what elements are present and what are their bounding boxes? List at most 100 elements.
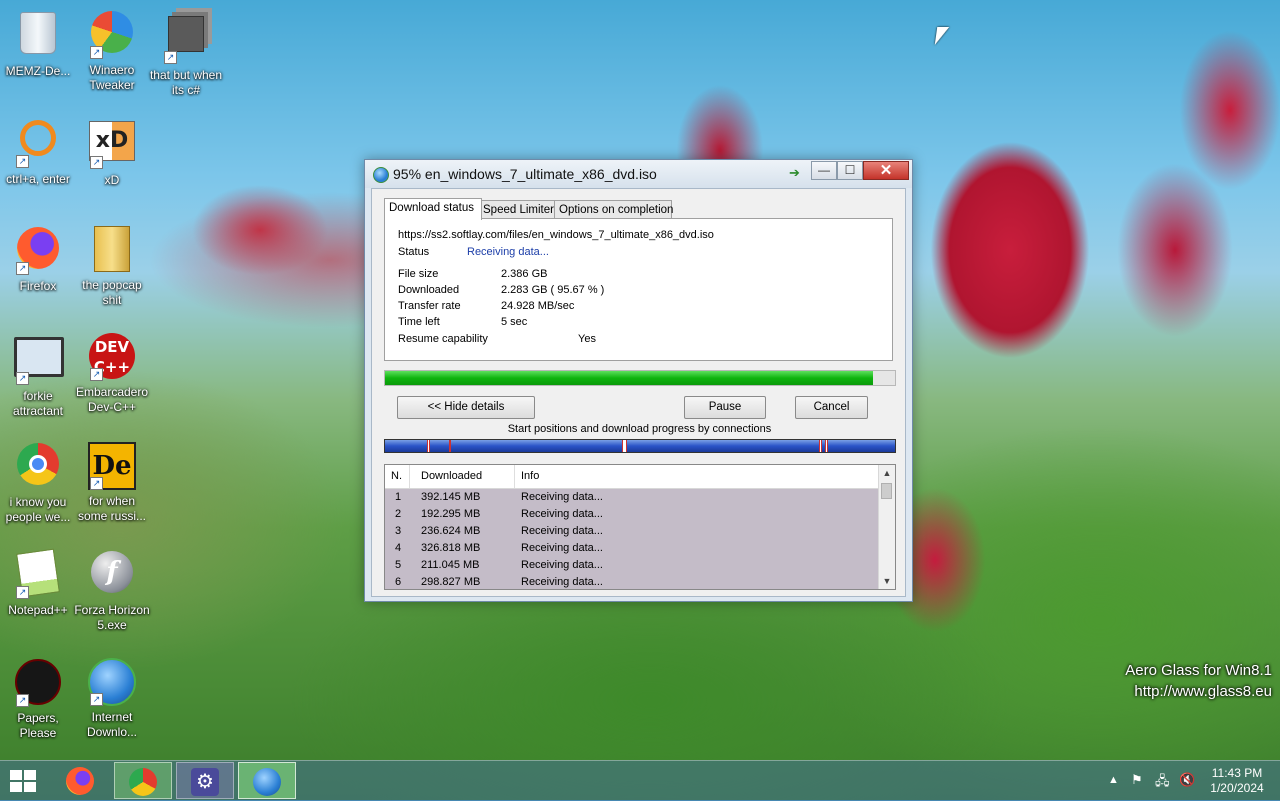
transfer-rate-value: 24.928 MB/sec bbox=[501, 300, 575, 312]
table-row[interactable]: 6 298.827 MB Receiving data... bbox=[385, 574, 879, 589]
close-button[interactable]: ✕ bbox=[863, 161, 909, 180]
window-titlebar[interactable]: 95% en_windows_7_ultimate_x86_dvd.iso ➔ … bbox=[365, 160, 912, 188]
shortcut-arrow-icon: ↗ bbox=[16, 155, 29, 168]
time-left-label: Time left bbox=[398, 316, 440, 328]
desktop-icon-firefox[interactable]: ↗ Firefox bbox=[0, 224, 76, 294]
cell-downloaded: 326.818 MB bbox=[421, 542, 481, 554]
download-progress-bar bbox=[384, 370, 896, 386]
start-button[interactable] bbox=[8, 769, 38, 793]
search-icon: ↗ bbox=[14, 120, 62, 168]
table-row[interactable]: 4 326.818 MB Receiving data... bbox=[385, 540, 879, 557]
column-header-n[interactable]: N. bbox=[385, 465, 410, 488]
download-progress-fill bbox=[385, 371, 873, 385]
taskbar-chrome[interactable] bbox=[114, 762, 172, 799]
network-icon[interactable]: 🖧 bbox=[1155, 772, 1170, 794]
resume-capability-label: Resume capability bbox=[398, 333, 488, 345]
desktop-icon-ctrl-a[interactable]: ↗ ctrl+a, enter bbox=[0, 116, 76, 187]
shortcut-arrow-icon: ↗ bbox=[90, 477, 103, 490]
tab-download-status[interactable]: Download status bbox=[384, 198, 482, 220]
cancel-button[interactable]: Cancel bbox=[795, 396, 868, 419]
action-center-flag-icon[interactable]: ⚑ bbox=[1131, 772, 1143, 788]
desktop-icon-notepadpp[interactable]: ↗ Notepad++ bbox=[0, 548, 76, 618]
desktop-icon-label: Firefox bbox=[19, 279, 57, 293]
tray-overflow-icon[interactable]: ▲ bbox=[1108, 774, 1119, 786]
scroll-down-arrow-icon[interactable]: ▼ bbox=[879, 573, 895, 589]
downloaded-value: 2.283 GB ( 95.67 % ) bbox=[501, 284, 605, 296]
status-label: Status bbox=[398, 246, 430, 258]
desktop-icon-popcap[interactable]: the popcap shit bbox=[74, 224, 150, 308]
desktop-icon-label: forkie attractant bbox=[12, 389, 64, 418]
column-header-info[interactable]: Info bbox=[515, 465, 879, 488]
desktop-icon-idm[interactable]: ↗ Internet Downlo... bbox=[74, 656, 150, 740]
connections-caption: Start positions and download progress by… bbox=[507, 423, 772, 435]
connection-marker bbox=[825, 440, 828, 452]
desktop-icon-forza[interactable]: f Forza Horizon 5.exe bbox=[74, 548, 150, 633]
vertical-scrollbar[interactable]: ▲ ▼ bbox=[878, 465, 895, 589]
connections-table: N. Downloaded Info 1 392.145 MB Receivin… bbox=[384, 464, 896, 590]
scrollbar-thumb[interactable] bbox=[881, 483, 892, 499]
papers-please-icon: ↗ bbox=[14, 659, 62, 707]
firefox-icon: ↗ bbox=[14, 227, 62, 275]
taskbar-settings[interactable]: ⚙ bbox=[176, 762, 234, 799]
desktop-icon-russi[interactable]: De ↗ for when some russi... bbox=[74, 440, 150, 524]
desktop-icon-label: the popcap shit bbox=[82, 278, 142, 307]
table-row[interactable]: 1 392.145 MB Receiving data... bbox=[385, 489, 879, 506]
desktop-icon-label: Embarcadero Dev-C++ bbox=[75, 385, 149, 414]
windows-logo-icon bbox=[10, 770, 22, 780]
scroll-up-arrow-icon[interactable]: ▲ bbox=[879, 465, 895, 481]
desktop-icon-forkie[interactable]: ↗ forkie attractant bbox=[0, 332, 76, 419]
cell-downloaded: 392.145 MB bbox=[421, 491, 481, 503]
table-row[interactable]: 2 192.295 MB Receiving data... bbox=[385, 506, 879, 523]
winaero-icon: ↗ bbox=[88, 11, 136, 59]
desktop-icon-chrome[interactable]: i know you people we... bbox=[0, 440, 76, 525]
minimize-button[interactable]: — bbox=[811, 161, 837, 180]
resume-capability-value: Yes bbox=[578, 333, 596, 345]
connection-marker bbox=[622, 440, 627, 452]
desktop-icon-label: for when some russi... bbox=[77, 494, 146, 523]
clock-time: 11:43 PM bbox=[1211, 766, 1263, 780]
hide-details-button[interactable]: << Hide details bbox=[397, 396, 535, 419]
window-title: 95% en_windows_7_ultimate_x86_dvd.iso bbox=[393, 166, 657, 182]
downloaded-label: Downloaded bbox=[398, 284, 460, 296]
mouse-cursor-icon bbox=[934, 27, 950, 45]
tab-speed-limiter[interactable]: Speed Limiter bbox=[478, 200, 558, 219]
desktop-icon-papers-please[interactable]: ↗ Papers, Please bbox=[0, 656, 76, 741]
desktop-icon-that-but[interactable]: ↗ that but when its c# bbox=[148, 8, 224, 98]
volume-muted-icon[interactable]: 🔇 bbox=[1179, 772, 1195, 788]
idm-icon: ↗ bbox=[88, 658, 136, 706]
connections-progress-bar bbox=[384, 439, 896, 453]
desktop-icon-memz[interactable]: MEMZ-De... bbox=[0, 8, 76, 79]
desktop-icon-devcpp[interactable]: DEV C++ ↗ Embarcadero Dev-C++ bbox=[74, 332, 150, 415]
taskbar-firefox[interactable] bbox=[52, 762, 110, 799]
connection-marker bbox=[427, 440, 430, 452]
cell-info: Receiving data... bbox=[521, 559, 603, 571]
cell-downloaded: 298.827 MB bbox=[421, 576, 481, 588]
download-url: https://ss2.softlay.com/files/en_windows… bbox=[398, 229, 714, 241]
aero-glass-watermark: Aero Glass for Win8.1 http://www.glass8.… bbox=[1125, 660, 1272, 702]
table-row[interactable]: 5 211.045 MB Receiving data... bbox=[385, 557, 879, 574]
cell-info: Receiving data... bbox=[521, 542, 603, 554]
pause-button[interactable]: Pause bbox=[684, 396, 766, 419]
desktop-icon-label: that but when its c# bbox=[149, 68, 223, 97]
desktop-icon-xd[interactable]: xD ↗ xD bbox=[74, 116, 150, 188]
tab-options-on-completion[interactable]: Options on completion bbox=[554, 200, 673, 219]
time-left-value: 5 sec bbox=[501, 316, 528, 328]
column-header-downloaded[interactable]: Downloaded bbox=[410, 465, 515, 488]
table-row[interactable]: 3 236.624 MB Receiving data... bbox=[385, 523, 879, 540]
cell-downloaded: 211.045 MB bbox=[421, 559, 480, 571]
desktop-icon-winaero[interactable]: ↗ Winaero Tweaker bbox=[74, 8, 150, 93]
status-value: Receiving data... bbox=[467, 246, 549, 258]
cell-info: Receiving data... bbox=[521, 508, 603, 520]
hxd-icon: xD ↗ bbox=[88, 121, 136, 169]
taskbar-idm[interactable] bbox=[238, 762, 296, 799]
shortcut-arrow-icon: ↗ bbox=[90, 46, 103, 59]
desktop-icon-label: i know you people we... bbox=[5, 495, 71, 524]
shortcut-arrow-icon: ↗ bbox=[16, 262, 29, 275]
shortcut-arrow-icon: ↗ bbox=[16, 372, 29, 385]
desktop-icon-label: xD bbox=[104, 173, 120, 187]
desktop-icon-label: Forza Horizon 5.exe bbox=[74, 603, 150, 632]
maximize-button[interactable]: ☐ bbox=[837, 161, 863, 180]
shortcut-arrow-icon: ↗ bbox=[16, 694, 29, 707]
taskbar-clock[interactable]: 11:43 PM 1/20/2024 bbox=[1205, 766, 1269, 796]
cell-n: 3 bbox=[395, 525, 402, 537]
